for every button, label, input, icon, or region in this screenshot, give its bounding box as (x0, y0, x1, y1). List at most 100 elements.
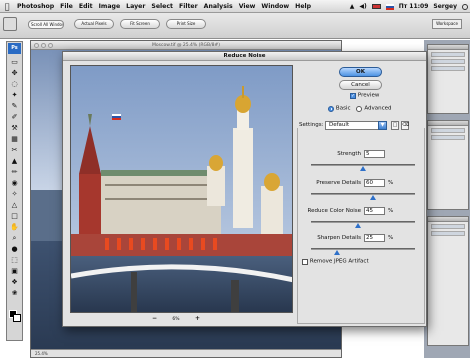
controls-panel (297, 128, 425, 324)
zoom-tool-icon[interactable]: ❀ (9, 289, 20, 298)
clone-tool-icon[interactable]: ✂ (9, 146, 20, 155)
menu-layer[interactable]: Layer (123, 3, 148, 10)
reduce-color-noise-slider[interactable] (311, 221, 415, 223)
lasso-tool-icon[interactable]: ◌ (9, 80, 20, 89)
dodge-tool-icon[interactable]: △ (9, 201, 20, 210)
preview-checkbox[interactable]: ✓ (350, 92, 356, 99)
slice-tool-icon[interactable]: ✐ (9, 113, 20, 122)
mode-radio-group: Basic Advanced (328, 105, 392, 112)
spotlight-icon[interactable] (462, 3, 468, 10)
delete-settings-icon[interactable]: ⌫ (401, 121, 409, 130)
bluetooth-icon[interactable]: ▲ (350, 3, 355, 10)
ok-button[interactable]: OK (339, 67, 382, 77)
menu-window[interactable]: Window (258, 3, 292, 10)
preview-image[interactable] (70, 65, 293, 313)
reduce-noise-dialog: Reduce Noise − 6% + OK Cancel ✓ Preview … (62, 51, 427, 327)
type-tool-icon[interactable]: ✋ (9, 223, 20, 232)
preserve-details-slider[interactable] (311, 193, 415, 195)
advanced-radio[interactable] (356, 105, 363, 112)
preserve-details-slider-thumb[interactable] (370, 195, 377, 200)
battery-icon[interactable] (371, 4, 381, 9)
crop-tool-icon[interactable]: ✎ (9, 102, 20, 111)
flag-icon[interactable] (385, 3, 394, 10)
ps-logo[interactable]: Ps (8, 43, 21, 54)
chevron-down-icon[interactable]: ▼ (378, 121, 387, 130)
fit-screen-button[interactable]: Fit Screen (120, 19, 160, 29)
gradient-tool-icon[interactable]: ◉ (9, 179, 20, 188)
layer-row[interactable] (431, 231, 465, 236)
cancel-button[interactable]: Cancel (339, 80, 382, 90)
settings-value: Default (329, 122, 350, 128)
actual-pixels-button[interactable]: Actual Pixels (74, 19, 114, 29)
zoom-out-button[interactable]: − (151, 316, 158, 322)
layer-row[interactable] (431, 224, 465, 229)
preserve-details-label: Preserve Details (316, 180, 361, 186)
document-zoom: 25.4% (35, 351, 48, 356)
hand-tool-icon[interactable]: ❖ (9, 278, 20, 287)
path-select-tool-icon[interactable]: ⌕ (9, 234, 20, 243)
sharpen-details-input[interactable]: 25 (364, 234, 385, 242)
remove-jpeg-row[interactable]: Remove JPEG Artifact (302, 258, 369, 265)
panel-header[interactable] (428, 45, 468, 50)
strength-slider-thumb[interactable] (360, 166, 366, 171)
color-panel[interactable] (427, 120, 469, 210)
layers-panel[interactable] (427, 216, 469, 346)
menu-help[interactable]: Help (292, 3, 314, 10)
minimize-window-icon[interactable] (41, 43, 46, 48)
blur-tool-icon[interactable]: ✧ (9, 190, 20, 199)
reduce-color-noise-slider-thumb[interactable] (354, 223, 361, 228)
menu-edit[interactable]: Edit (76, 3, 96, 10)
move-tool-icon[interactable]: ✥ (9, 69, 20, 78)
shape-tool-icon[interactable]: ● (9, 245, 20, 254)
eyedropper-tool-icon[interactable]: ▣ (9, 267, 20, 276)
apple-menu-icon[interactable]:  (0, 2, 14, 11)
healing-tool-icon[interactable]: ⚒ (9, 124, 20, 133)
hand-tool-icon[interactable] (3, 17, 17, 31)
preview-checkbox-row[interactable]: ✓ Preview (350, 92, 379, 99)
remove-jpeg-checkbox[interactable] (302, 258, 308, 265)
menu-filter[interactable]: Filter (176, 3, 201, 10)
remove-jpeg-label: Remove JPEG Artifact (309, 258, 369, 265)
print-size-button[interactable]: Print Size (166, 19, 206, 29)
preserve-details-input[interactable]: 60 (364, 179, 385, 187)
panel-row (431, 128, 465, 133)
workspace-button[interactable]: Workspace (432, 19, 462, 29)
preview-label: Preview (357, 92, 380, 99)
background-color-swatch[interactable] (13, 314, 21, 322)
notes-tool-icon[interactable]: ⬚ (9, 256, 20, 265)
menu-select[interactable]: Select (148, 3, 176, 10)
strength-input[interactable]: 5 (364, 150, 385, 158)
sharpen-details-slider-thumb[interactable] (334, 250, 340, 255)
menu-view[interactable]: View (236, 3, 259, 10)
panel-header[interactable] (428, 121, 468, 126)
magic-wand-tool-icon[interactable]: ✦ (9, 91, 20, 100)
menu-user[interactable]: Sergey (433, 3, 457, 10)
panel-row (431, 135, 465, 140)
menu-app-name[interactable]: Photoshop (14, 3, 57, 10)
menu-analysis[interactable]: Analysis (201, 3, 236, 10)
marquee-tool-icon[interactable]: ▭ (9, 58, 20, 67)
basic-radio[interactable] (328, 105, 334, 112)
brush-tool-icon[interactable]: ▦ (9, 135, 20, 144)
close-window-icon[interactable] (34, 43, 39, 48)
settings-row: Settings: Default ▼ □ ⌫ (297, 121, 425, 131)
menu-clock[interactable]: Пт 11:09 (399, 3, 429, 10)
reduce-color-noise-input[interactable]: 45 (364, 207, 385, 215)
settings-dropdown[interactable]: Default ▼ (325, 121, 387, 130)
sharpen-details-slider[interactable] (311, 248, 415, 250)
history-brush-tool-icon[interactable]: ▲ (9, 157, 20, 166)
panels-dock (424, 40, 470, 358)
volume-icon[interactable]: ◀) (359, 3, 366, 10)
scroll-all-windows-checkbox[interactable]: Scroll All Windows (28, 20, 64, 29)
eraser-tool-icon[interactable]: ✏ (9, 168, 20, 177)
save-settings-icon[interactable]: □ (391, 121, 399, 130)
zoom-window-icon[interactable] (48, 43, 53, 48)
document-title-bar[interactable]: Moscow.tif @ 25.4% (RGB/8#) (31, 41, 341, 50)
panel-header[interactable] (428, 217, 468, 222)
settings-label: Settings: (299, 122, 324, 128)
menu-file[interactable]: File (57, 3, 76, 10)
menu-image[interactable]: Image (96, 3, 124, 10)
navigator-panel[interactable] (427, 44, 469, 114)
zoom-in-button[interactable]: + (194, 316, 201, 322)
pen-tool-icon[interactable]: □ (9, 212, 20, 221)
